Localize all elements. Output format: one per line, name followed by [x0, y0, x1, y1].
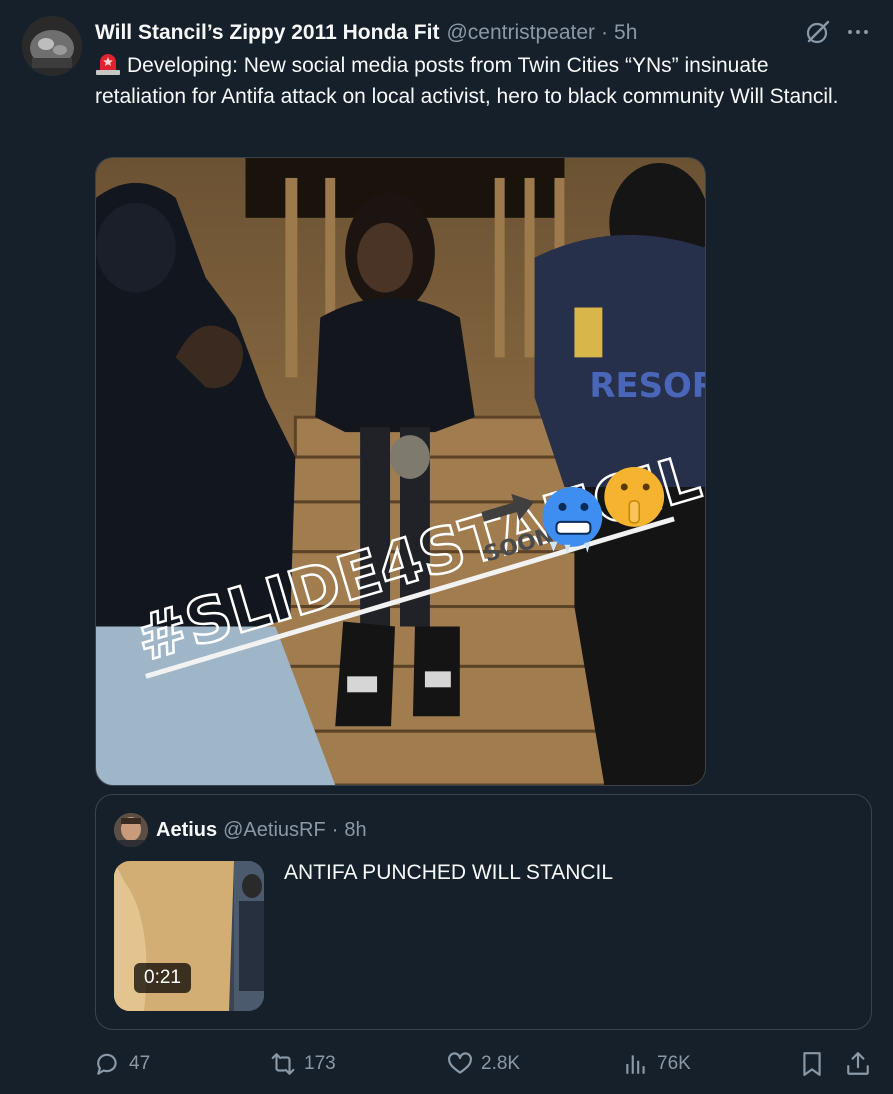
- shushing-face-emoji: [604, 467, 665, 527]
- views-button[interactable]: 76K: [623, 1044, 691, 1084]
- tweet[interactable]: Will Stancil’s Zippy 2011 Honda Fit @cen…: [0, 0, 893, 1094]
- tweet-header: Will Stancil’s Zippy 2011 Honda Fit @cen…: [95, 18, 793, 48]
- repost-button[interactable]: 173: [270, 1044, 336, 1084]
- rotating-light-emoji: [96, 54, 120, 75]
- reply-icon: [97, 1053, 117, 1075]
- author-avatar[interactable]: [22, 16, 82, 76]
- bookmark-button[interactable]: [799, 1044, 833, 1084]
- reply-count: 47: [129, 1053, 151, 1074]
- quoted-tweet-text: ANTIFA PUNCHED WILL STANCIL: [284, 861, 614, 884]
- more-icon: [848, 30, 868, 34]
- grok-button[interactable]: [802, 16, 834, 48]
- tweet-body: Developing: New social media posts from …: [95, 54, 839, 108]
- tweet-action-bar: 47 173 2.8K 76K: [95, 1044, 875, 1084]
- quoted-tweet[interactable]: Aetius @AetiusRF · 8h 0:21 ANTIFA PUNCHE…: [95, 794, 872, 1030]
- quoted-display-name[interactable]: Aetius: [156, 819, 217, 842]
- tweet-media-photo[interactable]: RESOR #SLIDE4STANCIL SOON: [95, 157, 706, 786]
- views-icon: [626, 1055, 645, 1074]
- share-icon: [847, 1052, 869, 1075]
- reply-button[interactable]: 47: [95, 1044, 150, 1084]
- quoted-timestamp[interactable]: 8h: [344, 819, 366, 842]
- quoted-video-thumbnail[interactable]: 0:21: [114, 861, 264, 1011]
- quoted-author-avatar[interactable]: [114, 813, 148, 847]
- tweet-timestamp[interactable]: 5h: [614, 21, 637, 45]
- video-duration-badge: 0:21: [134, 963, 191, 993]
- quoted-tweet-header: Aetius @AetiusRF · 8h: [156, 815, 367, 845]
- grok-icon: [806, 20, 830, 44]
- quoted-handle[interactable]: @AetiusRF: [223, 819, 326, 842]
- like-count: 2.8K: [481, 1053, 521, 1074]
- quoted-header-separator: ·: [331, 818, 339, 841]
- svg-text:RESOR: RESOR: [589, 366, 705, 405]
- author-display-name[interactable]: Will Stancil’s Zippy 2011 Honda Fit: [95, 21, 439, 45]
- author-handle[interactable]: @centristpeater: [446, 21, 595, 45]
- views-count: 76K: [657, 1053, 691, 1074]
- share-button[interactable]: [845, 1044, 879, 1084]
- tweet-text: Developing: New social media posts from …: [95, 50, 865, 112]
- more-button[interactable]: [842, 16, 874, 48]
- bookmark-icon: [803, 1052, 821, 1076]
- header-separator: ·: [601, 21, 609, 44]
- heart-icon: [448, 1052, 472, 1074]
- repost-icon: [271, 1053, 295, 1075]
- like-button[interactable]: 2.8K: [447, 1044, 520, 1084]
- repost-count: 173: [304, 1053, 336, 1074]
